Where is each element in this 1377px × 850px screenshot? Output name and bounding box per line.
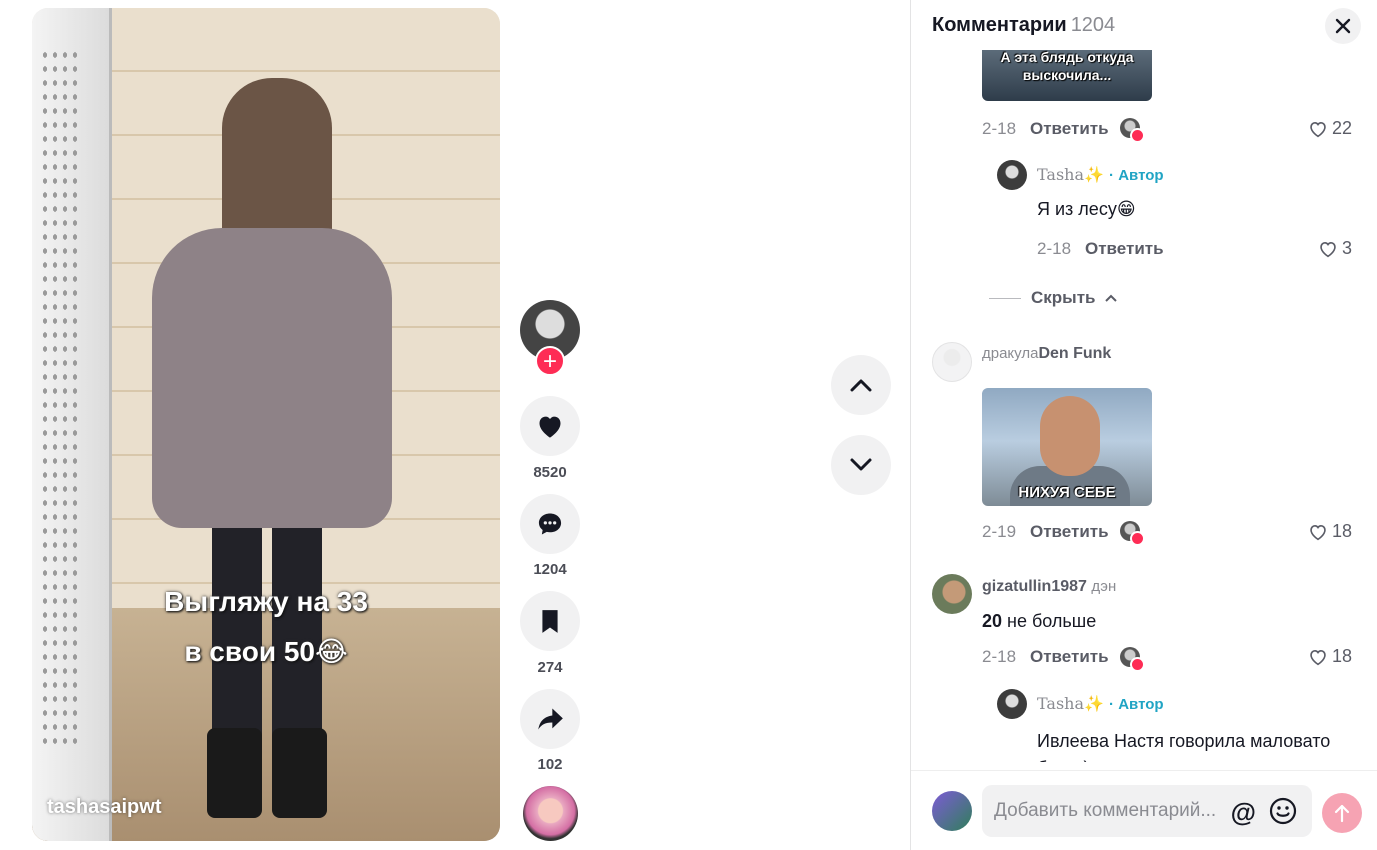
save-count: 274 — [537, 659, 563, 676]
reply-button[interactable]: Ответить — [1085, 239, 1164, 259]
follow-plus-icon[interactable]: + — [535, 346, 565, 376]
creator-liked-avatar — [1120, 118, 1145, 143]
comment-like-button[interactable]: 22 — [1308, 118, 1352, 139]
reply-button[interactable]: Ответить — [1030, 647, 1109, 667]
heart-outline-icon — [1320, 241, 1336, 257]
comment-like-button[interactable]: 3 — [1318, 238, 1352, 259]
comment-date: 2-18 — [982, 647, 1017, 666]
close-comments-button[interactable] — [1325, 8, 1361, 44]
display-name: дэн — [1091, 578, 1117, 595]
comment-like-count: 22 — [1331, 118, 1352, 138]
comment-text: Я из лесу😁 — [1037, 199, 1136, 219]
comments-list[interactable]: А эта блядь откуда выскочила... 2-18 Отв… — [911, 50, 1377, 762]
reply-button[interactable]: Ответить — [1030, 119, 1109, 139]
comment-date: 2-18 — [1037, 239, 1072, 258]
comment-button[interactable] — [520, 494, 580, 554]
comment-text-rest: не больше — [1002, 611, 1097, 631]
hide-label: Скрыть — [1031, 288, 1096, 307]
comment-input[interactable] — [994, 800, 1234, 822]
emoji-icon[interactable] — [1268, 796, 1298, 826]
comment-icon — [538, 513, 562, 535]
author-badge: · Автор — [1109, 167, 1164, 184]
heart-outline-icon — [1310, 649, 1326, 665]
comment-meme-image[interactable]: А эта блядь откуда выскочила... — [982, 50, 1152, 101]
video-author-name[interactable]: tashasaipwt — [47, 796, 161, 819]
video-player[interactable]: Выгляжу на 33 в свои 50😂 tashasaipwt — [32, 8, 500, 841]
comment-like-count: 3 — [1341, 238, 1352, 258]
comment-avatar[interactable] — [997, 160, 1027, 190]
bookmark-icon — [542, 610, 558, 633]
comment-date: 2-18 — [982, 119, 1017, 138]
comment-username[interactable]: дракулаDen Funk — [982, 345, 1111, 363]
comment-meme-image[interactable]: НИХУЯ СЕБЕ — [982, 388, 1152, 506]
meme-caption: А эта блядь откуда выскочила... — [1000, 50, 1134, 83]
mention-button[interactable]: @ — [1231, 797, 1256, 828]
author-badge: · Автор — [1109, 696, 1164, 713]
share-arrow-icon — [538, 708, 563, 730]
username-text: Tasha✨ — [1037, 165, 1104, 184]
comment-avatar[interactable] — [997, 689, 1027, 719]
like-count: 8520 — [533, 464, 567, 481]
comments-panel: Комментарии 1204 А эта блядь откуда выско… — [910, 0, 1377, 850]
comment-username[interactable]: gizatullin1987 дэн — [982, 578, 1116, 596]
creator-liked-avatar — [1120, 647, 1145, 672]
video-caption-line1: Выгляжу на 33 — [164, 586, 368, 617]
comment-like-button[interactable]: 18 — [1308, 521, 1352, 542]
comment-avatar[interactable] — [932, 342, 972, 382]
comment-input-wrapper[interactable]: @ — [982, 785, 1312, 837]
creator-liked-avatar — [1120, 521, 1145, 546]
chevron-down-icon — [850, 458, 872, 471]
share-button[interactable] — [520, 689, 580, 749]
divider — [989, 297, 1021, 299]
video-person — [152, 78, 392, 818]
music-disc-avatar[interactable] — [523, 786, 578, 841]
username-text: Tasha✨ — [1037, 694, 1104, 713]
like-button[interactable] — [520, 396, 580, 456]
comment-like-count: 18 — [1331, 521, 1352, 541]
reply-button[interactable]: Ответить — [1030, 522, 1109, 542]
send-comment-button[interactable] — [1322, 793, 1362, 833]
comment-username[interactable]: Tasha✨ · Автор — [1037, 165, 1164, 184]
username-text: дракула — [982, 345, 1039, 362]
heart-icon — [539, 416, 561, 438]
hide-replies-button[interactable]: Скрыть — [989, 288, 1118, 308]
comments-header: Комментарии 1204 — [932, 14, 1115, 37]
current-user-avatar[interactable] — [932, 791, 972, 831]
comment-text: 20 не больше — [982, 611, 1096, 632]
meme-caption: НИХУЯ СЕБЕ — [1018, 484, 1116, 501]
chevron-up-icon — [1105, 294, 1118, 302]
next-video-button[interactable] — [831, 435, 891, 495]
comment-like-button[interactable]: 18 — [1308, 646, 1352, 667]
comment-composer: @ — [911, 770, 1377, 850]
share-count: 102 — [537, 756, 563, 773]
video-caption-line2: в свои 50😂 — [184, 636, 348, 667]
heart-outline-icon — [1310, 524, 1326, 540]
comments-title: Комментарии — [932, 14, 1067, 36]
video-shelf — [32, 8, 112, 841]
comment-date: 2-19 — [982, 522, 1017, 541]
previous-video-button[interactable] — [831, 355, 891, 415]
comment-avatar[interactable] — [932, 574, 972, 614]
save-button[interactable] — [520, 591, 580, 651]
comment-username[interactable]: Tasha✨ · Автор — [1037, 694, 1164, 713]
comment-like-count: 18 — [1331, 646, 1352, 666]
heart-outline-icon — [1310, 121, 1326, 137]
page: Выгляжу на 33 в свои 50😂 tashasaipwt + 8… — [0, 0, 1377, 850]
username-text: gizatullin1987 — [982, 578, 1087, 595]
close-icon — [1335, 18, 1351, 34]
chevron-up-icon — [850, 379, 872, 392]
comment-text-bold: 20 — [982, 611, 1003, 631]
comment-text: Ивлеева Настя говорила маловато будет) — [1037, 731, 1331, 762]
arrow-up-icon — [1334, 804, 1350, 823]
comments-count: 1204 — [1070, 14, 1116, 36]
display-name: Den Funk — [1038, 345, 1112, 362]
comment-count: 1204 — [533, 561, 567, 578]
